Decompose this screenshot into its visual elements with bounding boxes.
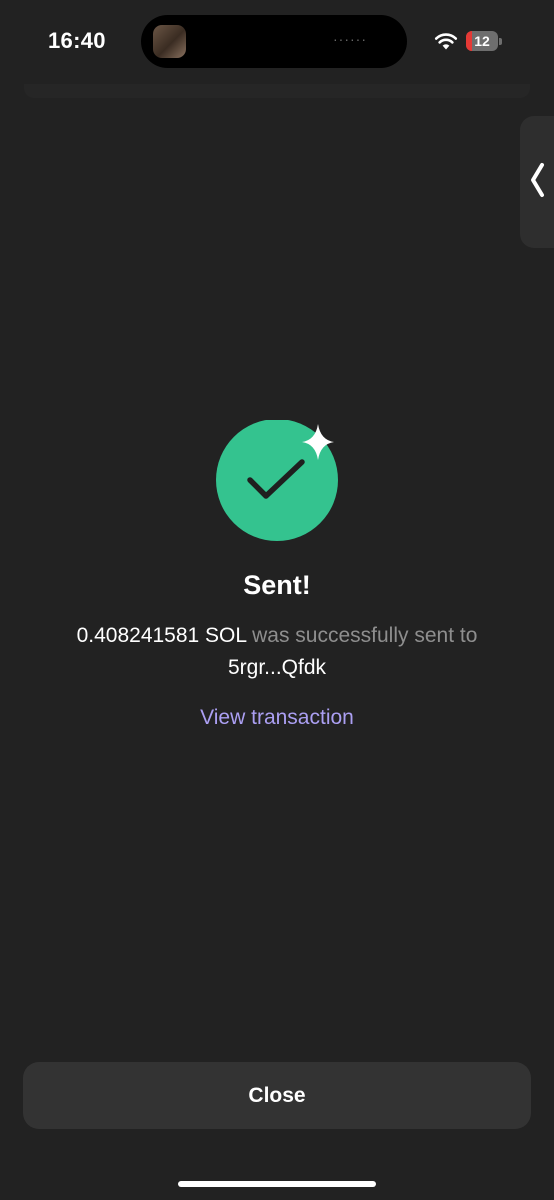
message-text: was successfully sent to [246, 624, 478, 647]
now-playing-thumbnail [153, 25, 186, 58]
status-bar: 16:40 ······ 12 [0, 0, 554, 84]
status-time: 16:40 [48, 28, 106, 53]
chevron-left-icon [531, 163, 544, 197]
battery-indicator: 12 [466, 31, 498, 51]
sent-amount: 0.408241581 SOL [76, 624, 247, 647]
battery-level: 12 [474, 33, 490, 49]
wifi-icon [434, 33, 458, 50]
recipient-address: 5rgr...Qfdk [227, 656, 327, 679]
view-transaction-link[interactable]: View transaction [0, 706, 554, 730]
checkmark-circle-icon [216, 420, 338, 541]
success-title: Sent! [243, 570, 311, 600]
close-button[interactable]: Close [23, 1062, 531, 1129]
home-indicator[interactable] [178, 1181, 376, 1187]
side-panel-tab[interactable] [520, 116, 554, 248]
island-waveform: ······ [333, 31, 367, 47]
dynamic-island[interactable]: ······ [141, 15, 407, 68]
sheet-background-edge [24, 84, 530, 98]
battery-tip [499, 38, 502, 45]
success-message: 0.408241581 SOL was successfully sent to… [60, 620, 494, 684]
